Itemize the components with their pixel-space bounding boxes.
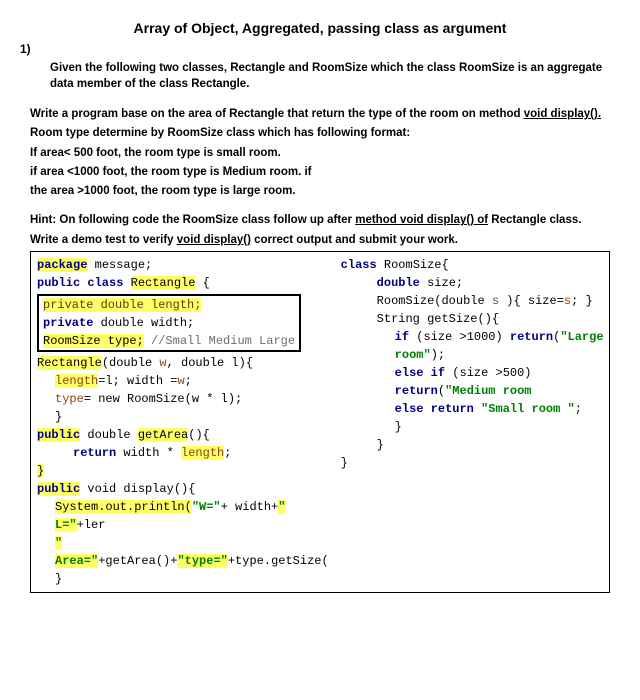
t: double [80, 428, 138, 442]
question-number: 1) [20, 42, 610, 56]
hint-c: Rectangle class. [488, 214, 581, 226]
kw-return3: return [395, 384, 438, 398]
field-length: length [55, 374, 98, 388]
kw-package: package [37, 258, 87, 272]
t: +type.getSize( [228, 554, 329, 568]
t: void display(){ [80, 482, 195, 496]
method-getarea: getArea [138, 428, 188, 442]
kw-class: class [341, 258, 377, 272]
t: +getArea()+ [98, 554, 177, 568]
ctor-rectangle: Rectangle [37, 356, 102, 370]
t: ; [185, 374, 192, 388]
str-small: "Small room " [481, 402, 575, 416]
t: ; [224, 446, 231, 460]
t: ; } [571, 294, 593, 308]
t: (size >1000) [409, 330, 510, 344]
comment: //Small Medium Large [144, 334, 295, 348]
t: = new RoomSize(w * l); [84, 392, 242, 406]
t: ( [438, 384, 445, 398]
var-w: w [177, 374, 184, 388]
private-length: private double length; [43, 298, 201, 312]
write-a: Write a demo test to verify [30, 234, 177, 246]
brace3: } [55, 572, 62, 586]
param-s: s [492, 294, 499, 308]
t: +ler [77, 518, 106, 532]
brace2: } [37, 464, 44, 478]
paragraph-2: Room type determine by RoomSize class wh… [30, 125, 610, 142]
str-medium: "Medium room [445, 384, 531, 398]
t: double width; [93, 316, 194, 330]
getsize-sig: String getSize(){ [377, 312, 499, 326]
t: { [195, 276, 209, 290]
brace-r3: } [341, 456, 348, 470]
kw-double: double [377, 276, 420, 290]
ctor-roomsize: RoomSize(double [377, 294, 492, 308]
brace: } [55, 410, 62, 424]
paragraph-1: Write a program base on the area of Rect… [30, 106, 610, 123]
t: (){ [188, 428, 210, 442]
hint-b: method void display() of [355, 214, 488, 226]
t: width * [116, 446, 181, 460]
field-length2: length [181, 446, 224, 460]
code-right-column: class RoomSize{ double size; RoomSize(do… [335, 252, 624, 592]
page-title: Array of Object, Aggregated, passing cla… [30, 20, 610, 36]
t: =l; width = [98, 374, 177, 388]
kw-if: if [395, 330, 409, 344]
write-c: correct output and submit your work. [251, 234, 458, 246]
class-rectangle: Rectangle [131, 276, 196, 290]
code-block: package message; public class Rectangle … [30, 251, 610, 593]
paragraph-3: If area< 500 foot, the room type is smal… [30, 145, 610, 162]
kw-return: return [73, 446, 116, 460]
t: RoomSize{ [377, 258, 449, 272]
kw-else: else return [395, 402, 481, 416]
t: message; [87, 258, 152, 272]
t: size; [420, 276, 463, 290]
brace-r1: } [395, 420, 402, 434]
t: (double [102, 356, 160, 370]
p1-method: void display(). [524, 108, 601, 120]
kw-public-class: public class [37, 276, 131, 290]
kw-return2: return [510, 330, 553, 344]
t: + width+ [221, 500, 279, 514]
paragraph-5: the area >1000 foot, the room type is la… [30, 183, 610, 200]
t: ); [431, 348, 445, 362]
intro-text: Given the following two classes, Rectang… [50, 60, 610, 92]
field-box: private double length; private double wi… [37, 294, 301, 352]
kw-public3: public [37, 482, 80, 496]
t: , double l){ [167, 356, 253, 370]
param-w: w [159, 356, 166, 370]
kw-elseif: else if [395, 366, 445, 380]
kw-public2: public [37, 428, 80, 442]
str-w: "W=" [192, 500, 221, 514]
kw-private: private [43, 316, 93, 330]
t: ; [575, 402, 582, 416]
str-type: "type=" [177, 554, 227, 568]
t: ){ size= [499, 294, 564, 308]
hint-line: Hint: On following code the RoomSize cla… [30, 212, 610, 229]
brace-r2: } [377, 438, 384, 452]
paragraph-4: if area <1000 foot, the room type is Med… [30, 164, 610, 181]
sysout: System.out.println( [55, 500, 192, 514]
field-type: type [55, 392, 84, 406]
write-b: void display() [177, 234, 251, 246]
code-left-column: package message; public class Rectangle … [31, 252, 335, 592]
write-line: Write a demo test to verify void display… [30, 232, 610, 249]
roomsize-type: RoomSize type; [43, 334, 144, 348]
p1-text: Write a program base on the area of Rect… [30, 108, 524, 120]
hint-a: Hint: On following code the RoomSize cla… [30, 214, 355, 226]
t: (size >500) [445, 366, 531, 380]
str-area: " Area=" [55, 536, 98, 568]
